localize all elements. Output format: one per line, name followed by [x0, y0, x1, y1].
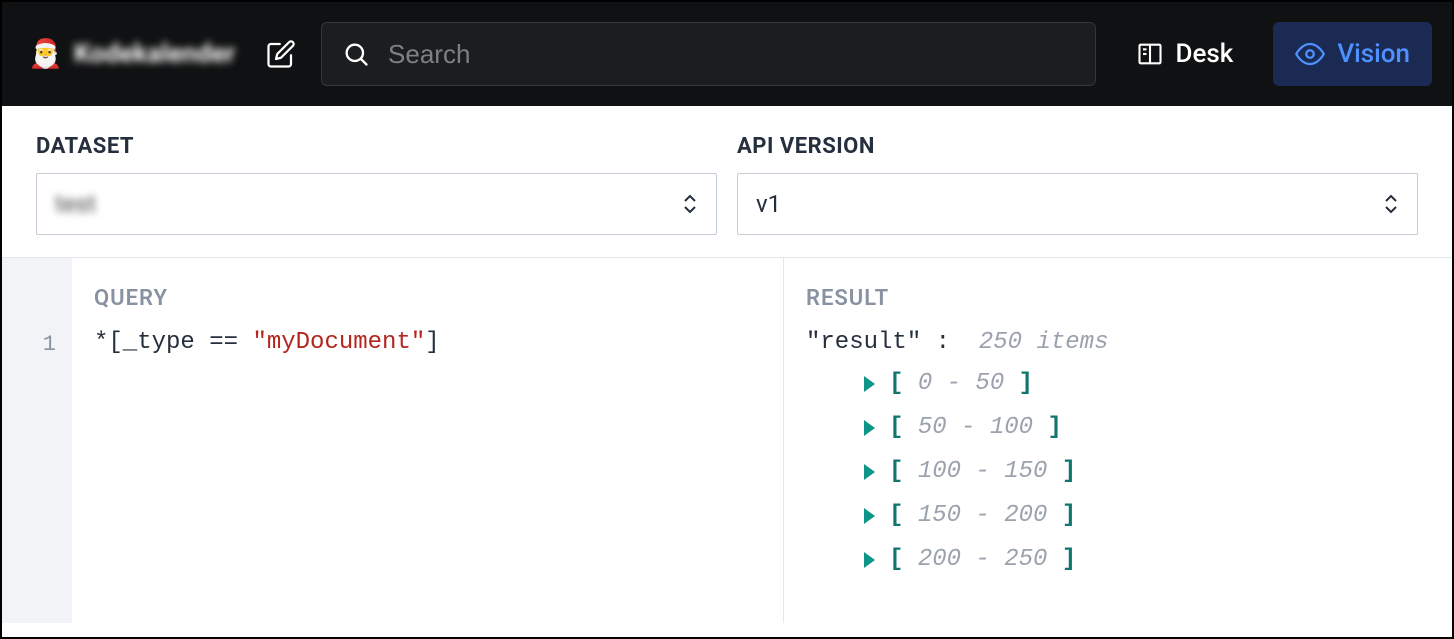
query-panel: 1 QUERY *[_type == "myDocument"]: [2, 258, 784, 623]
result-colon: :: [921, 329, 964, 356]
expand-icon: [864, 376, 875, 392]
result-panel: RESULT "result" : 250 items [ 0 - 50 ][ …: [784, 258, 1452, 623]
controls-bar: DATASET test API VERSION v1: [2, 106, 1452, 258]
result-heading: RESULT: [806, 286, 1430, 311]
dataset-select[interactable]: test: [36, 173, 717, 235]
api-version-value: v1: [756, 190, 781, 218]
api-version-group: API VERSION v1: [737, 134, 1418, 235]
edit-icon: [266, 39, 296, 69]
api-version-label: API VERSION: [737, 134, 1418, 159]
search-icon: [342, 40, 370, 68]
result-count: 250 items: [979, 329, 1109, 356]
result-range-row[interactable]: [ 50 - 100 ]: [864, 406, 1430, 450]
expand-icon: [864, 508, 875, 524]
nav-vision-label: Vision: [1337, 39, 1410, 69]
nav-vision[interactable]: Vision: [1273, 22, 1432, 86]
query-string: "myDocument": [252, 329, 425, 356]
dataset-group: DATASET test: [36, 134, 717, 235]
dataset-label: DATASET: [36, 134, 717, 159]
brand-name: Kodekalender: [74, 39, 235, 69]
search-input[interactable]: [388, 39, 1074, 70]
api-version-select[interactable]: v1: [737, 173, 1418, 235]
query-suffix: ]: [425, 329, 439, 356]
brand-icon: 🎅: [28, 38, 60, 70]
line-number: 1: [2, 332, 56, 357]
result-range-row[interactable]: [ 100 - 150 ]: [864, 450, 1430, 494]
expand-icon: [864, 464, 875, 480]
result-children: [ 0 - 50 ][ 50 - 100 ][ 100 - 150 ][ 150…: [806, 362, 1430, 582]
brand[interactable]: 🎅 Kodekalender: [22, 38, 241, 70]
top-bar: 🎅 Kodekalender Desk Vision: [2, 2, 1452, 106]
result-range-row[interactable]: [ 200 - 250 ]: [864, 538, 1430, 582]
result-key: "result": [806, 329, 921, 356]
line-gutter: 1: [2, 258, 72, 623]
chevron-updown-icon: [1383, 194, 1399, 214]
query-heading: QUERY: [94, 286, 761, 311]
expand-icon: [864, 420, 875, 436]
panel-icon: [1136, 40, 1164, 68]
query-body: QUERY *[_type == "myDocument"]: [72, 258, 783, 623]
result-range-row[interactable]: [ 0 - 50 ]: [864, 362, 1430, 406]
expand-icon: [864, 552, 875, 568]
eye-icon: [1295, 39, 1325, 69]
chevron-updown-icon: [682, 194, 698, 214]
nav-desk[interactable]: Desk: [1114, 22, 1256, 86]
editor-row: 1 QUERY *[_type == "myDocument"] RESULT …: [2, 258, 1452, 623]
dataset-value: test: [55, 190, 96, 218]
compose-button[interactable]: [259, 32, 303, 76]
query-prefix: *[_type ==: [94, 329, 252, 356]
nav-desk-label: Desk: [1176, 39, 1234, 69]
result-summary: "result" : 250 items: [806, 329, 1430, 356]
search-box[interactable]: [321, 22, 1095, 86]
result-range-row[interactable]: [ 150 - 200 ]: [864, 494, 1430, 538]
query-editor[interactable]: *[_type == "myDocument"]: [94, 329, 761, 356]
